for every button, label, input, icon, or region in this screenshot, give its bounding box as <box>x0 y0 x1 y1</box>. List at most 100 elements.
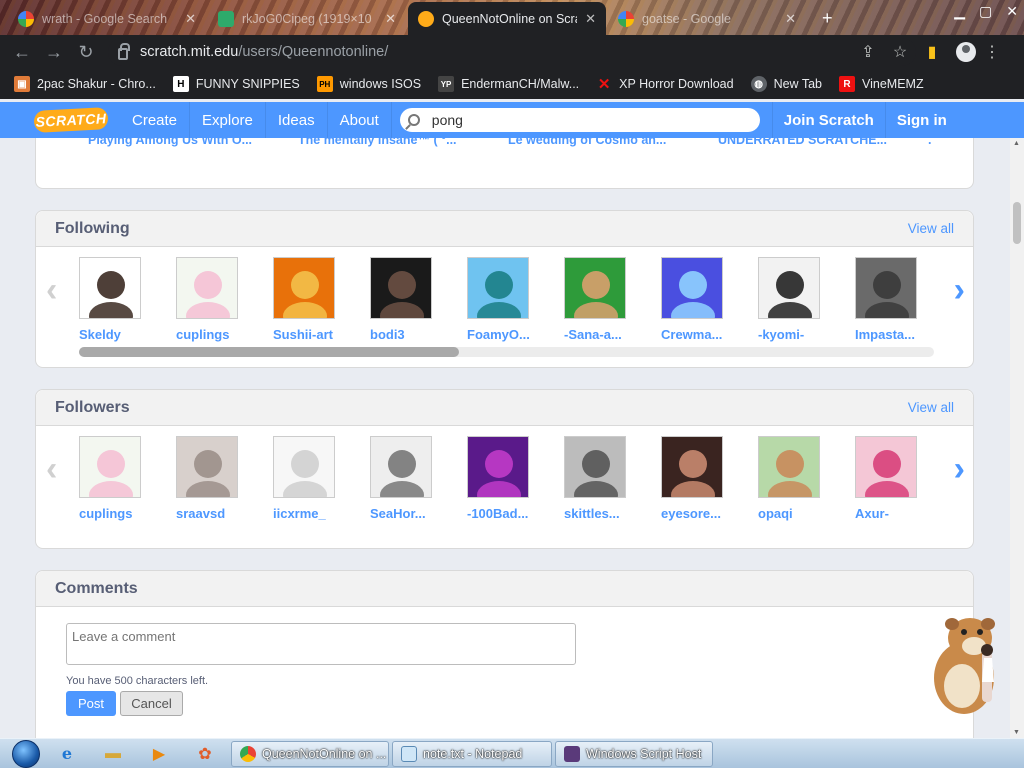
username-link[interactable]: skittles... <box>564 506 654 521</box>
close-icon[interactable]: ✕ <box>785 11 796 27</box>
user-card[interactable]: iicxrme_ <box>273 436 363 521</box>
user-card[interactable]: bodi3 <box>370 257 460 342</box>
username-link[interactable]: cuplings <box>176 327 266 342</box>
avatar[interactable] <box>855 436 917 498</box>
user-card[interactable]: sraavsd <box>176 436 266 521</box>
user-card[interactable]: Axur- <box>855 436 945 521</box>
username-link[interactable]: -100Bad... <box>467 506 557 521</box>
avatar[interactable] <box>661 436 723 498</box>
avatar[interactable] <box>370 257 432 319</box>
username-link[interactable]: Sushii-art <box>273 327 363 342</box>
comment-textarea[interactable] <box>66 623 576 665</box>
project-title[interactable]: Playing Among Us With O... <box>88 138 252 147</box>
user-card[interactable]: cuplings <box>79 436 169 521</box>
folder-icon[interactable]: ▬ <box>90 739 136 768</box>
nav-about[interactable]: About <box>328 102 392 138</box>
avatar[interactable] <box>564 436 626 498</box>
user-card[interactable]: FoamyO... <box>467 257 557 342</box>
bookmark-item[interactable]: H FUNNY SNIPPIES <box>172 76 300 92</box>
project-title[interactable]: . <box>928 138 931 147</box>
avatar[interactable] <box>758 436 820 498</box>
menu-dots-icon[interactable]: ⋮ <box>984 42 1000 62</box>
user-card[interactable]: -kyomi- <box>758 257 848 342</box>
username-link[interactable]: bodi3 <box>370 327 460 342</box>
username-link[interactable]: Skeldy <box>79 327 169 342</box>
followers-view-all-link[interactable]: View all <box>908 400 954 415</box>
paint-icon[interactable]: ✿ <box>182 739 228 768</box>
taskbar-item-notepad[interactable]: note.txt - Notepad <box>392 740 552 767</box>
sidebar-icon[interactable]: ▮ <box>916 42 948 62</box>
chevron-right-icon[interactable]: › <box>954 273 965 307</box>
user-card[interactable]: eyesore... <box>661 436 751 521</box>
bookmark-item[interactable]: ✕ XP Horror Download <box>596 76 734 93</box>
address-bar[interactable]: scratch.mit.edu/users/Queennotonline/ ⇪ … <box>108 38 916 66</box>
avatar[interactable] <box>370 436 432 498</box>
tab-image[interactable]: rkJoG0Cipeg (1919×10 ✕ <box>208 2 406 35</box>
tab-scratch-profile[interactable]: QueenNotOnline on Scra ✕ <box>408 2 606 35</box>
avatar[interactable] <box>855 257 917 319</box>
tab-google-search-1[interactable]: wrath - Google Search ✕ <box>8 2 206 35</box>
username-link[interactable]: Impasta... <box>855 327 945 342</box>
avatar[interactable] <box>176 436 238 498</box>
join-scratch-link[interactable]: Join Scratch <box>771 102 885 138</box>
user-card[interactable]: SeaHor... <box>370 436 460 521</box>
search-input[interactable]: pong <box>399 108 760 132</box>
chevron-left-icon[interactable]: ‹ <box>46 273 57 307</box>
minimize-icon[interactable]: ▁ <box>954 3 965 20</box>
project-title[interactable]: The mëntally insãne™ ( ͡°... <box>298 138 457 147</box>
avatar[interactable] <box>467 436 529 498</box>
avatar[interactable] <box>273 257 335 319</box>
user-card[interactable]: Skeldy <box>79 257 169 342</box>
taskbar-item-chrome[interactable]: QueenNotOnline on ... <box>231 740 389 767</box>
bookmark-item[interactable]: ◍ New Tab <box>750 76 822 92</box>
close-icon[interactable]: ✕ <box>585 11 596 27</box>
user-card[interactable]: Sushii-art <box>273 257 363 342</box>
star-icon[interactable]: ☆ <box>884 42 916 62</box>
share-icon[interactable]: ⇪ <box>852 42 884 62</box>
scroll-down-icon[interactable]: ▼ <box>1013 729 1020 736</box>
nav-explore[interactable]: Explore <box>190 102 266 138</box>
username-link[interactable]: SeaHor... <box>370 506 460 521</box>
bookmark-item[interactable]: ▣ 2pac Shakur - Chro... <box>14 76 156 92</box>
bookmark-item[interactable]: R VineMEMZ <box>839 76 924 92</box>
scratch-logo[interactable]: SCRATCH <box>33 107 109 133</box>
username-link[interactable]: Axur- <box>855 506 945 521</box>
username-link[interactable]: eyesore... <box>661 506 751 521</box>
scrollbar-thumb[interactable] <box>79 347 459 357</box>
avatar[interactable] <box>564 257 626 319</box>
close-icon[interactable]: ✕ <box>185 11 196 27</box>
forward-arrow-icon[interactable]: → <box>38 42 70 63</box>
avatar[interactable] <box>79 436 141 498</box>
project-title[interactable]: UNDERRATED SCRATCHE... <box>718 138 887 147</box>
nav-ideas[interactable]: Ideas <box>266 102 328 138</box>
avatar[interactable] <box>661 257 723 319</box>
carousel-scrollbar[interactable] <box>79 347 934 357</box>
user-card[interactable]: -Sana-a... <box>564 257 654 342</box>
reload-icon[interactable]: ↻ <box>70 42 102 63</box>
cancel-button[interactable]: Cancel <box>120 691 183 716</box>
page-scrollbar-thumb[interactable] <box>1013 202 1021 244</box>
user-card[interactable]: Impasta... <box>855 257 945 342</box>
username-link[interactable]: -kyomi- <box>758 327 848 342</box>
username-link[interactable]: opaqi <box>758 506 848 521</box>
close-window-icon[interactable]: ✕ <box>1006 3 1018 20</box>
back-arrow-icon[interactable]: ← <box>6 42 38 63</box>
page-scrollbar[interactable]: ▲ ▼ <box>1010 138 1024 738</box>
internet-explorer-icon[interactable]: e <box>44 739 90 768</box>
bookmark-item[interactable]: PH windows ISOS <box>316 76 421 92</box>
taskbar-item-script-host[interactable]: Windows Script Host <box>555 740 713 767</box>
project-title[interactable]: Le wedding of Cosmo an... <box>508 138 666 147</box>
scroll-up-icon[interactable]: ▲ <box>1013 140 1020 147</box>
lock-icon[interactable] <box>118 43 130 60</box>
username-link[interactable]: sraavsd <box>176 506 266 521</box>
chevron-right-icon[interactable]: › <box>954 452 965 486</box>
user-card[interactable]: Crewma... <box>661 257 751 342</box>
nav-create[interactable]: Create <box>120 102 191 138</box>
sign-in-link[interactable]: Sign in <box>884 102 958 138</box>
profile-avatar-icon[interactable] <box>956 42 976 62</box>
maximize-icon[interactable]: ▢ <box>979 3 992 20</box>
media-player-icon[interactable]: ▶ <box>136 739 182 768</box>
avatar[interactable] <box>467 257 529 319</box>
avatar[interactable] <box>273 436 335 498</box>
chevron-left-icon[interactable]: ‹ <box>46 452 57 486</box>
